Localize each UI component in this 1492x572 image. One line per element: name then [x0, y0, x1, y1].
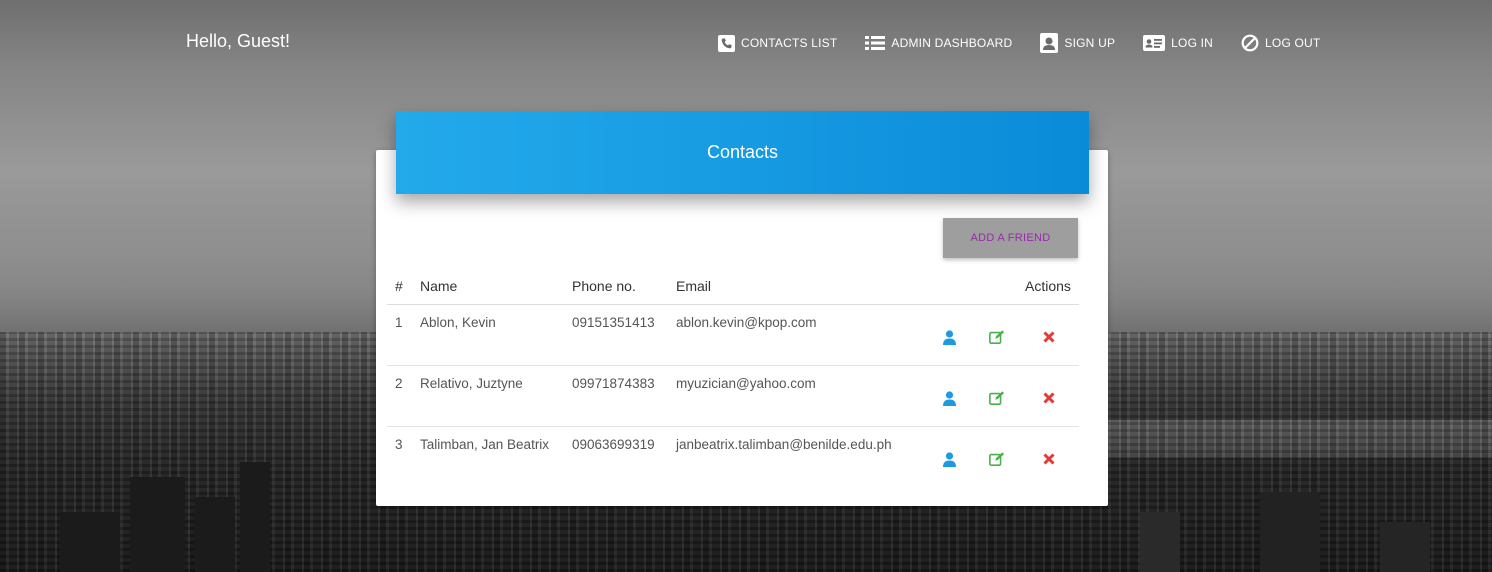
- greeting-text: Hello, Guest!: [186, 31, 291, 51]
- view-user-icon[interactable]: [941, 390, 957, 406]
- edit-icon[interactable]: [989, 329, 1005, 345]
- col-num-header: #: [395, 278, 403, 294]
- nav-label: ADMIN DASHBOARD: [891, 36, 1013, 50]
- delete-icon[interactable]: [1041, 390, 1057, 406]
- row-email: janbeatrix.talimban@benilde.edu.ph: [676, 437, 892, 452]
- col-name-header: Name: [420, 278, 458, 294]
- phone-icon: [718, 34, 735, 52]
- view-user-icon[interactable]: [941, 329, 957, 345]
- row-name: Ablon, Kevin: [420, 315, 496, 330]
- table-row: 2 Relativo, Juztyne 09971874383 myuzicia…: [387, 366, 1079, 427]
- table-row: 3 Talimban, Jan Beatrix 09063699319 janb…: [387, 427, 1079, 487]
- contacts-card-title: Contacts: [396, 111, 1089, 194]
- col-phone-header: Phone no.: [572, 278, 636, 294]
- delete-icon[interactable]: [1041, 451, 1057, 467]
- row-name: Talimban, Jan Beatrix: [420, 437, 550, 452]
- nav-log-in[interactable]: LOG IN: [1143, 35, 1213, 51]
- col-actions-header: Actions: [1025, 278, 1071, 294]
- row-name: Relativo, Juztyne: [420, 376, 523, 391]
- row-email: myuzician@yahoo.com: [676, 376, 816, 391]
- row-phone: 09151351413: [572, 315, 655, 330]
- row-phone: 09063699319: [572, 437, 655, 452]
- ban-icon: [1241, 34, 1259, 52]
- row-num: 2: [395, 376, 403, 391]
- delete-icon[interactable]: [1041, 329, 1057, 345]
- row-email: ablon.kevin@kpop.com: [676, 315, 817, 330]
- nav-label: CONTACTS LIST: [741, 36, 838, 50]
- id-card-icon: [1143, 35, 1166, 51]
- nav-contacts-list[interactable]: CONTACTS LIST: [718, 34, 838, 52]
- table-row: 1 Ablon, Kevin 09151351413 ablon.kevin@k…: [387, 305, 1079, 366]
- nav-sign-up[interactable]: SIGN UP: [1040, 33, 1115, 53]
- table-header: # Name Phone no. Email Actions: [387, 278, 1079, 305]
- row-phone: 09971874383: [572, 376, 655, 391]
- view-user-icon[interactable]: [941, 451, 957, 467]
- add-friend-button[interactable]: ADD A FRIEND: [943, 218, 1078, 258]
- nav-admin-dashboard[interactable]: ADMIN DASHBOARD: [865, 35, 1012, 51]
- col-email-header: Email: [676, 278, 712, 294]
- row-num: 1: [395, 315, 403, 330]
- top-nav: CONTACTS LIST ADMIN DASHBOARD SIGN UP LO…: [718, 33, 1320, 53]
- row-num: 3: [395, 437, 403, 452]
- nav-label: LOG OUT: [1265, 36, 1321, 50]
- nav-label: SIGN UP: [1064, 36, 1116, 50]
- nav-log-out[interactable]: LOG OUT: [1241, 34, 1320, 52]
- edit-icon[interactable]: [989, 451, 1005, 467]
- list-icon: [865, 35, 886, 51]
- edit-icon[interactable]: [989, 390, 1005, 406]
- user-icon: [1040, 33, 1059, 53]
- nav-label: LOG IN: [1171, 36, 1214, 50]
